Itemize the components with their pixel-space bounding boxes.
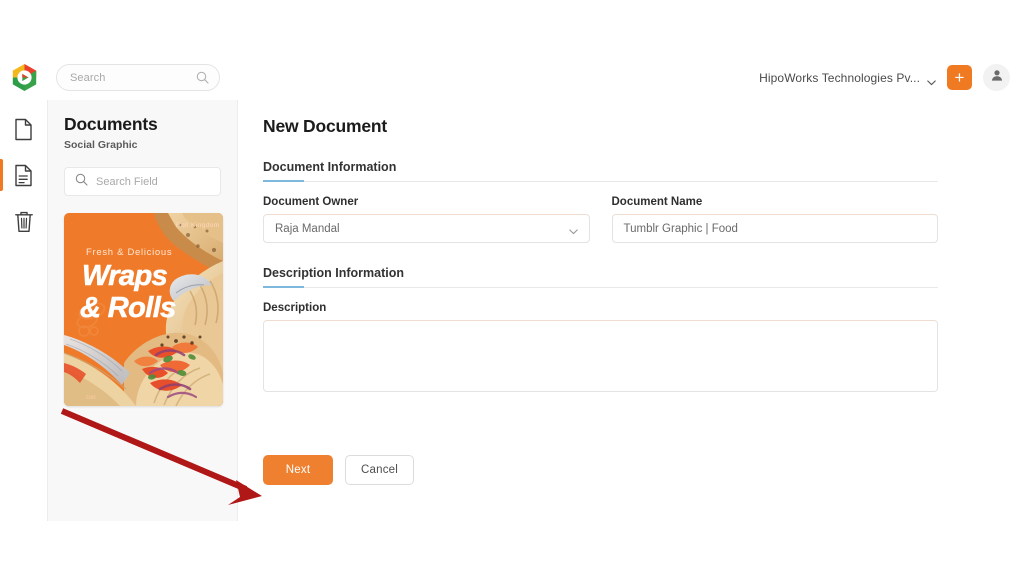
file-lines-icon	[14, 164, 33, 187]
next-button-label: Next	[286, 464, 310, 476]
form-actions: Next Cancel	[263, 455, 938, 485]
chevron-down-icon	[927, 75, 936, 81]
document-owner-value: Raja Mandal	[275, 223, 340, 235]
description-textarea[interactable]	[263, 320, 938, 392]
org-name-label: HipoWorks Technologies Pv...	[759, 71, 920, 85]
search-icon	[196, 71, 209, 84]
app-logo-icon	[11, 63, 38, 92]
app-body: Documents Social Graphic Search Field	[0, 100, 1024, 521]
global-search-box[interactable]: Search	[56, 64, 220, 91]
section-heading: Document Information	[263, 160, 938, 182]
cancel-button[interactable]: Cancel	[345, 455, 414, 485]
field-description: Description	[263, 302, 938, 392]
app-logo[interactable]	[0, 63, 48, 92]
field-label: Document Owner	[263, 196, 590, 208]
panel-subtitle: Social Graphic	[64, 139, 221, 151]
application-window: Search HipoWorks Technologies Pv...	[0, 55, 1024, 521]
screenshot-root: Search HipoWorks Technologies Pv...	[0, 0, 1024, 576]
page-title: New Document	[263, 116, 938, 137]
org-switcher[interactable]: HipoWorks Technologies Pv...	[759, 71, 936, 85]
document-owner-select[interactable]: Raja Mandal	[263, 214, 590, 243]
file-blank-icon	[14, 118, 33, 141]
top-bar-right: HipoWorks Technologies Pv... +	[759, 64, 1010, 91]
sidebar-item-files[interactable]	[0, 106, 47, 152]
add-new-button[interactable]: +	[947, 65, 972, 90]
sidebar-item-trash[interactable]	[0, 198, 47, 244]
cancel-button-label: Cancel	[361, 464, 398, 476]
field-document-name: Document Name Tumblr Graphic | Food	[612, 196, 939, 243]
section-description-information: Description Information Description	[263, 266, 938, 392]
account-button[interactable]	[983, 64, 1010, 91]
section-heading: Description Information	[263, 266, 938, 288]
field-label: Description	[263, 302, 938, 314]
plus-icon: +	[955, 69, 965, 86]
documents-search-box[interactable]: Search Field	[64, 167, 221, 196]
svg-text:Wraps: Wraps	[82, 260, 168, 292]
search-icon	[75, 173, 88, 191]
icon-rail	[0, 100, 48, 521]
document-name-input[interactable]: Tumblr Graphic | Food	[612, 214, 939, 243]
person-icon	[990, 68, 1004, 87]
documents-search-input[interactable]: Search Field	[96, 176, 158, 188]
svg-text:Fresh & Delicious: Fresh & Delicious	[86, 247, 172, 258]
chevron-down-icon	[569, 226, 578, 232]
main-content: New Document Document Information Docume…	[238, 100, 1024, 521]
field-row: Document Owner Raja Mandal	[263, 196, 938, 243]
documents-panel: Documents Social Graphic Search Field	[48, 100, 238, 521]
global-search-input[interactable]: Search	[70, 72, 196, 84]
field-label: Document Name	[612, 196, 939, 208]
section-document-information: Document Information Document Owner Raja…	[263, 160, 938, 243]
panel-title: Documents	[64, 114, 221, 135]
svg-text:Roll Kingdom: Roll Kingdom	[176, 222, 219, 229]
field-document-owner: Document Owner Raja Mandal	[263, 196, 590, 243]
next-button[interactable]: Next	[263, 455, 333, 485]
top-bar: Search HipoWorks Technologies Pv...	[0, 55, 1024, 100]
document-thumbnail[interactable]: Fresh & Delicious Wraps & Rolls Roll Kin…	[64, 213, 223, 406]
sidebar-item-documents[interactable]	[0, 152, 47, 198]
document-name-value: Tumblr Graphic | Food	[624, 223, 738, 235]
svg-text:& Rolls: & Rolls	[80, 292, 176, 324]
svg-text:Get: Get	[86, 395, 96, 401]
trash-icon	[14, 210, 34, 233]
